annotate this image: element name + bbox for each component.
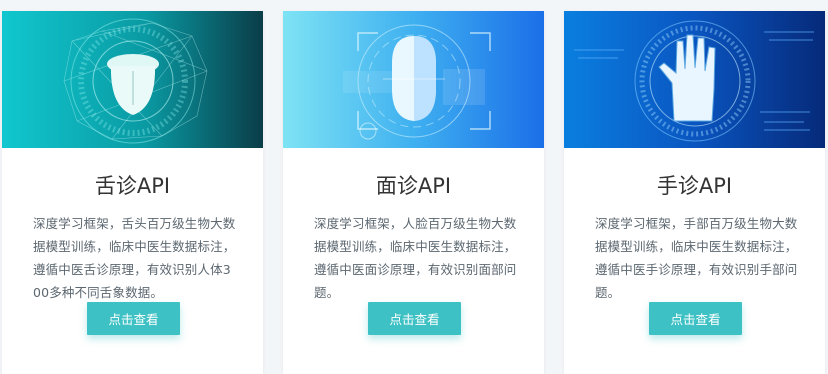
hand-diagnosis-card: 手诊API 深度学习框架，手部百万级生物大数据模型训练，临床中医生数据标注，遵循… (564, 11, 825, 374)
face-icon (283, 11, 544, 148)
tongue-icon (2, 11, 263, 148)
tongue-diagnosis-image (2, 11, 263, 148)
face-diagnosis-card: 面诊API 深度学习框架，人脸百万级生物大数据模型训练，临床中医生数据标注，遵循… (283, 11, 544, 374)
palm-icon (564, 11, 825, 148)
card-description: 深度学习框架，人脸百万级生物大数据模型训练，临床中医生数据标注，遵循中医面诊原理… (314, 216, 517, 300)
hand-diagnosis-image (564, 11, 825, 148)
view-hand-api-button[interactable]: 点击查看 (649, 302, 742, 335)
card-title: 手诊API (656, 174, 733, 198)
card-description: 深度学习框架，手部百万级生物大数据模型训练，临床中医生数据标注，遵循中医手诊原理… (595, 216, 798, 300)
feature-card-list: 舌诊API 深度学习框架，舌头百万级生物大数据模型训练，临床中医生数据标注，遵循… (0, 0, 828, 374)
card-description: 深度学习框架，舌头百万级生物大数据模型训练，临床中医生数据标注，遵循中医舌诊原理… (33, 216, 236, 300)
view-tongue-api-button[interactable]: 点击查看 (87, 302, 180, 335)
tongue-diagnosis-card: 舌诊API 深度学习框架，舌头百万级生物大数据模型训练，临床中医生数据标注，遵循… (2, 11, 263, 374)
face-diagnosis-image (283, 11, 544, 148)
card-title: 面诊API (375, 174, 452, 198)
card-title: 舌诊API (94, 174, 171, 198)
view-face-api-button[interactable]: 点击查看 (368, 302, 461, 335)
